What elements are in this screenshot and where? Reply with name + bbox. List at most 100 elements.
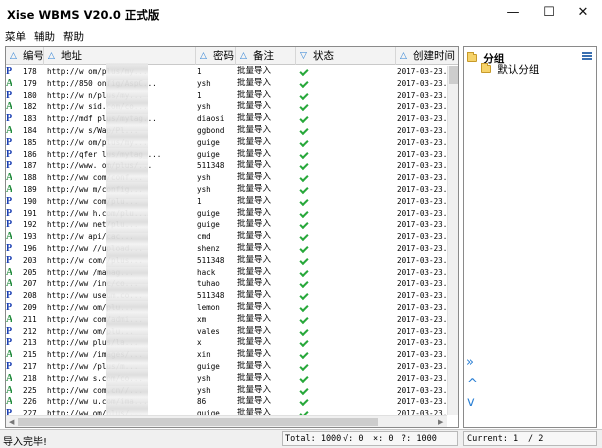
row-password: 1 <box>197 90 202 100</box>
row-created: 2017-03-23... <box>397 338 447 348</box>
redaction-blur <box>106 63 148 415</box>
menu-help[interactable]: 帮助 <box>63 29 84 44</box>
table-row[interactable]: P 203 http://w com//plus... 511348 批量导入 2017-… <box>6 255 447 267</box>
horizontal-scrollbar[interactable]: ◀ ▶ <box>6 415 447 427</box>
row-number: 182 <box>23 102 37 112</box>
row-created: 2017-03-23... <box>397 303 447 312</box>
table-row[interactable]: A188http://ww com/conf...ysh批量导入2017-03-… <box>6 172 447 184</box>
vertical-scrollbar[interactable] <box>447 66 458 415</box>
status-check-icon <box>297 278 311 290</box>
table-row[interactable]: A207http://ww /inc/co...tuhao批量导入2017-03… <box>6 278 447 290</box>
row-number: 225 <box>23 385 37 395</box>
table-row[interactable]: P 213 http://ww plus/la... x 批量导入 2017-03-23.… <box>6 337 447 349</box>
scroll-right-arrow-icon[interactable]: ▶ <box>438 418 443 426</box>
row-type-icon: P <box>6 361 12 372</box>
column-header-status[interactable]: ▽ 状态 <box>296 47 396 65</box>
status-check-icon <box>297 90 311 102</box>
row-number: 190 <box>23 196 37 206</box>
table-row[interactable]: P 212 http://ww om/plu... vales 批量导入 2017-03-… <box>6 326 447 338</box>
group-panel: 分组 默认分组 » ^ v <box>463 46 597 428</box>
table-row[interactable]: P 196 http://ww //upload... shenz 批量导入 2017-0… <box>6 243 447 255</box>
row-note: 批量导入 <box>237 408 272 415</box>
row-type-icon: P <box>6 148 12 160</box>
table-row[interactable]: A215http://ww /images/...xin批量导入2017-03-… <box>6 349 447 361</box>
column-header-created[interactable]: △ 创建时间 <box>396 47 458 65</box>
table-row[interactable]: A182http://w sid.com/co...ysh批量导入2017-03… <box>6 101 447 113</box>
table-row[interactable]: P 209 http://ww om/plu... lemon 批量导入 2017-03-… <box>6 302 447 314</box>
status-check-icon <box>297 172 311 184</box>
row-note: 批量导入 <box>237 184 272 194</box>
column-header-note[interactable]: △ 备注 <box>236 47 296 65</box>
close-button[interactable]: ✕ <box>568 0 598 24</box>
table-row[interactable]: A211http://ww com/admi...xm批量导入2017-03-2… <box>6 314 447 326</box>
status-check-icon <box>297 196 311 208</box>
vertical-scroll-thumb[interactable] <box>449 66 458 84</box>
move-down-icon[interactable]: v <box>467 395 475 410</box>
row-type-icon: P <box>6 243 12 254</box>
row-type-icon: A <box>6 373 12 385</box>
menu-main[interactable]: 菜单 <box>5 29 26 44</box>
table-row[interactable]: P 180 http://w n/plus/my... 1 批量导入 2017-03-23… <box>6 90 447 102</box>
table-row[interactable]: A226http://ww u.com/ima...86批量导入2017-03-… <box>6 396 447 408</box>
row-number: 209 <box>23 303 37 312</box>
row-type-icon: A <box>6 101 12 113</box>
row-number: 180 <box>23 90 37 100</box>
row-created: 2017-03-23... <box>397 196 447 206</box>
table-row[interactable]: A184http://w s/Wap/Pl...ggbond批量导入2017-0… <box>6 125 447 137</box>
row-password: shenz <box>197 244 220 253</box>
grid-header: △ 编号 △ 地址 △ 密码 △ 备注 ▽ 状态 △ 创建时间 <box>6 47 458 65</box>
table-row[interactable]: A218http://ww s.com/co...ysh批量导入2017-03-… <box>6 373 447 385</box>
table-row[interactable]: A189http://ww m/config...ysh批量导入2017-03-… <box>6 184 447 196</box>
row-created: 2017-03-23... <box>397 161 447 171</box>
row-type-icon: P <box>6 195 12 207</box>
list-view-icon[interactable] <box>582 52 592 60</box>
row-note: 批量导入 <box>237 136 272 147</box>
row-type-icon: A <box>6 396 12 408</box>
table-row[interactable]: P 190 http://ww com/plu... 1 批量导入 2017-03-23.… <box>6 196 447 208</box>
table-row[interactable]: P 192 http://ww net/plu... guige 批量导入 2017-03… <box>6 219 447 231</box>
table-row[interactable]: P 208 http://ww useum.co... 511348 批量导入 2017-… <box>6 290 447 302</box>
horizontal-scroll-thumb[interactable] <box>18 418 378 426</box>
row-number: 211 <box>23 314 37 324</box>
row-note: 批量导入 <box>237 207 272 218</box>
table-row[interactable]: A193http://w api/cac...cmd批量导入2017-03-23… <box>6 231 447 243</box>
table-row[interactable]: P 185 http://w om/plus/my... guige 批量导入 2017-… <box>6 137 447 149</box>
move-up-icon[interactable]: ^ <box>467 377 478 392</box>
sort-up-icon: △ <box>48 51 55 61</box>
minimize-button[interactable]: — <box>498 0 528 24</box>
row-created: 2017-03-23... <box>397 279 447 289</box>
status-check-icon <box>297 255 311 267</box>
table-row[interactable]: P 178 http://w om/plus/my... 1 批量导入 2017-03-2… <box>6 66 447 78</box>
row-password: vales <box>197 326 220 336</box>
row-note: 批量导入 <box>237 396 272 407</box>
table-row[interactable]: P 191 http://ww h.com/plu... guige 批量导入 2017-… <box>6 208 447 220</box>
table-row[interactable]: A179http://850 onfig/AspC...ysh批量导入2017-… <box>6 78 447 90</box>
column-header-number[interactable]: △ 编号 <box>6 47 44 65</box>
row-password: guige <box>197 137 220 147</box>
scroll-left-arrow-icon[interactable]: ◀ <box>9 418 14 426</box>
row-type-icon: P <box>6 207 12 219</box>
menu-tools[interactable]: 辅助 <box>34 29 55 44</box>
table-row[interactable]: A205http://ww /manag...hack批量导入2017-03-2… <box>6 267 447 279</box>
row-number: 205 <box>23 267 37 277</box>
sort-up-icon: △ <box>400 51 407 61</box>
column-header-password[interactable]: △ 密码 <box>196 47 236 65</box>
table-row[interactable]: P 187 http://www. om/plus/... 511348 批量导入 201… <box>6 160 447 172</box>
table-row[interactable]: P 217 http://ww /plus/m... guige 批量导入 2017-03… <box>6 361 447 373</box>
table-row[interactable]: A225http://ww com.cn//...ysh批量导入2017-03-… <box>6 385 447 397</box>
row-type-icon: A <box>6 278 12 290</box>
row-password: cmd <box>197 232 211 242</box>
table-row[interactable]: P 186 http://qfer lus/mytag_... guige 批量导入 20… <box>6 149 447 161</box>
site-list-grid: △ 编号 △ 地址 △ 密码 △ 备注 ▽ 状态 △ 创建时间 P 178 http… <box>5 46 459 428</box>
status-check-icon <box>297 113 311 125</box>
sort-up-icon: △ <box>10 51 17 61</box>
table-row[interactable]: P 227 http://ww om/plus/... guige 批量导入 2017-0… <box>6 408 447 415</box>
expand-panel-icon[interactable]: » <box>466 355 474 370</box>
row-password: 1 <box>197 67 202 76</box>
row-number: 187 <box>23 161 37 171</box>
row-number: 203 <box>23 255 37 265</box>
tree-item-default-group[interactable]: 默认分组 <box>481 62 539 77</box>
table-row[interactable]: P 183 http://mdf plus/mytag... diaosi 批量导入 20… <box>6 113 447 125</box>
ok-count: √: 0 <box>343 434 364 444</box>
maximize-button[interactable]: ☐ <box>534 0 564 24</box>
